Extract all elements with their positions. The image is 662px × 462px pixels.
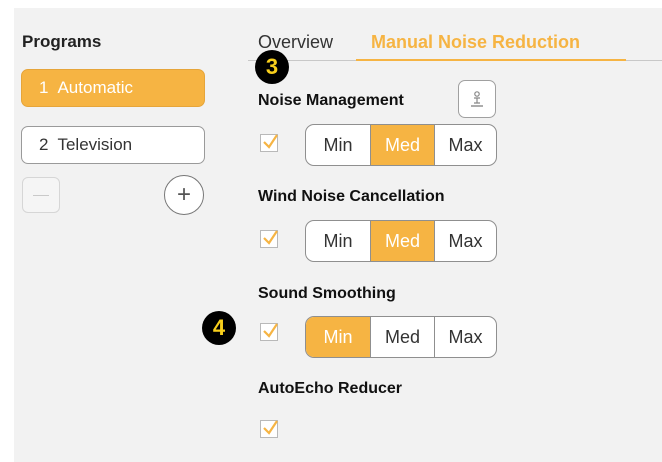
remove-program-button[interactable] [22, 177, 60, 213]
wind-noise-cancellation-level: Min Med Max [305, 220, 497, 262]
program-number: 2 [39, 135, 49, 154]
check-icon [263, 230, 278, 245]
wind-noise-min-button[interactable]: Min [306, 221, 370, 261]
callout-3: 3 [255, 50, 289, 84]
sound-smoothing-max-button[interactable]: Max [434, 317, 496, 357]
plus-icon: + [176, 181, 191, 208]
noise-management-max-button[interactable]: Max [434, 125, 496, 165]
check-icon [263, 420, 278, 435]
noise-management-med-button[interactable]: Med [370, 125, 434, 165]
sound-smoothing-title: Sound Smoothing [258, 285, 396, 302]
wind-noise-cancellation-checkbox[interactable] [260, 230, 278, 248]
callout-4: 4 [202, 311, 236, 345]
noise-management-min-button[interactable]: Min [306, 125, 370, 165]
program-number: 1 [39, 78, 49, 97]
program-label: Automatic [57, 78, 134, 97]
noise-management-title: Noise Management [258, 92, 404, 109]
wind-noise-med-button[interactable]: Med [370, 221, 434, 261]
sound-smoothing-min-button[interactable]: Min [306, 317, 370, 357]
minus-icon [33, 194, 49, 196]
autoecho-reducer-checkbox[interactable] [260, 420, 278, 438]
active-tab-underline [356, 59, 626, 61]
noise-management-checkbox[interactable] [260, 134, 278, 152]
programs-title: Programs [22, 32, 102, 51]
sound-smoothing-level: Min Med Max [305, 316, 497, 358]
program-label: Television [57, 135, 133, 154]
program-item-television[interactable]: 2 Television [21, 126, 205, 164]
check-icon [263, 323, 278, 338]
tab-manual-noise-reduction[interactable]: Manual Noise Reduction [371, 32, 580, 53]
person-info-icon [471, 91, 483, 107]
add-program-button[interactable]: + [164, 175, 204, 215]
autoecho-reducer-title: AutoEcho Reducer [258, 380, 403, 397]
noise-management-level: Min Med Max [305, 124, 497, 166]
wind-noise-cancellation-title: Wind Noise Cancellation [258, 188, 445, 205]
wind-noise-max-button[interactable]: Max [434, 221, 496, 261]
sound-smoothing-med-button[interactable]: Med [370, 317, 434, 357]
sound-smoothing-checkbox[interactable] [260, 323, 278, 341]
info-button[interactable] [458, 80, 496, 118]
program-item-automatic[interactable]: 1 Automatic [21, 69, 205, 107]
check-icon [263, 134, 278, 149]
